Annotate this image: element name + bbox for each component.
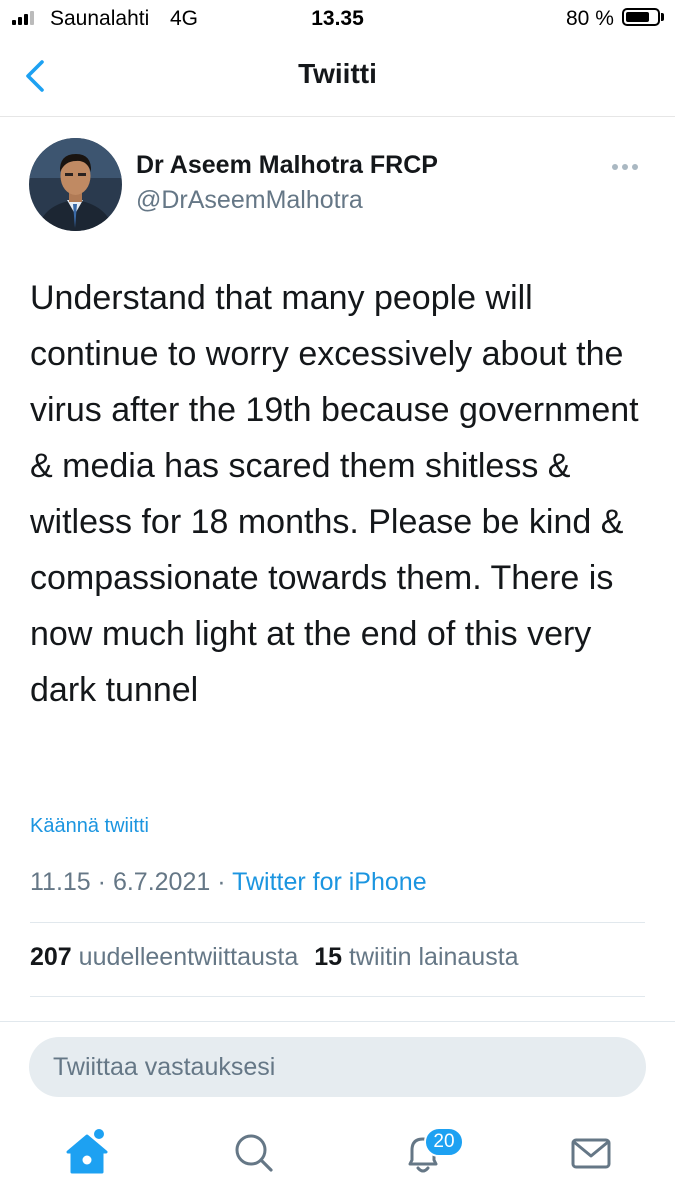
battery-tip <box>661 13 664 21</box>
battery-fill <box>626 12 650 22</box>
battery-percent: 80 % <box>566 7 614 30</box>
retweets-stat[interactable]: 207 uudelleentwiittausta <box>30 943 298 971</box>
page-title: Twiitti <box>298 58 377 89</box>
more-dot <box>622 164 628 170</box>
author-handle[interactable]: @DrAseemMalhotra <box>136 186 363 215</box>
navigation-bar: Twiitti <box>0 38 675 117</box>
tab-home[interactable] <box>62 1128 112 1178</box>
home-icon <box>66 1129 108 1174</box>
avatar-image <box>29 138 122 231</box>
search-icon <box>235 1134 273 1172</box>
tab-messages[interactable] <box>566 1128 616 1178</box>
tab-search[interactable] <box>229 1128 279 1178</box>
divider <box>30 996 645 997</box>
quotes-count: 15 <box>314 943 343 971</box>
translate-link[interactable]: Käännä twiitti <box>30 815 149 838</box>
divider <box>0 1021 675 1022</box>
tweet-meta: 11.15 · 6.7.2021 · Twitter for iPhone <box>30 868 427 897</box>
status-bar: Saunalahti 4G 13.35 80 % <box>0 0 675 38</box>
tweet-date: 6.7.2021 <box>112 868 211 896</box>
retweets-count: 207 <box>30 943 72 971</box>
reply-input[interactable]: Twiittaa vastauksesi <box>29 1037 646 1097</box>
author-name[interactable]: Dr Aseem Malhotra FRCP <box>136 151 438 180</box>
quotes-stat[interactable]: 15 twiitin lainausta <box>314 943 518 971</box>
battery-icon <box>622 8 660 26</box>
tweet-source-link[interactable]: Twitter for iPhone <box>232 868 427 896</box>
more-options-button[interactable] <box>612 157 646 177</box>
avatar[interactable] <box>29 138 122 231</box>
engagement-counts: 207 uudelleentwiittausta 15 twiitin laina… <box>30 943 519 972</box>
mail-icon <box>571 1138 611 1169</box>
tweet-text: Understand that many people will continu… <box>30 279 639 709</box>
notifications-badge: 20 <box>424 1127 464 1157</box>
quotes-label: twiitin lainausta <box>349 943 519 971</box>
tweet-time: 11.15 <box>30 868 91 896</box>
meta-separator: · <box>97 868 106 896</box>
more-dot <box>632 164 638 170</box>
retweets-label: uudelleentwiittausta <box>78 943 299 971</box>
divider <box>30 922 645 923</box>
meta-separator: · <box>217 868 226 896</box>
more-dot <box>612 164 618 170</box>
